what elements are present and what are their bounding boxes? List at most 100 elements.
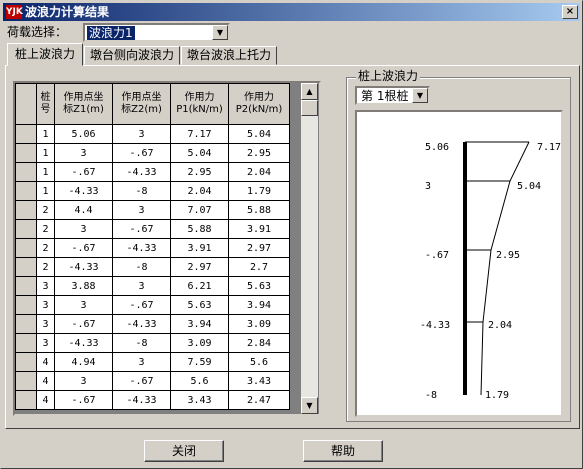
pile-no-cell[interactable]: 1 bbox=[36, 162, 55, 182]
p2-cell[interactable]: 2.04 bbox=[228, 162, 290, 182]
p2-cell[interactable]: 3.09 bbox=[228, 314, 290, 334]
z1-cell[interactable]: 3 bbox=[54, 295, 113, 315]
row-header-cell[interactable] bbox=[15, 143, 37, 163]
tab-pier-lateral-wave-force[interactable]: 墩台侧向波浪力 bbox=[84, 46, 180, 65]
close-window-button[interactable]: × bbox=[562, 5, 578, 19]
z2-cell[interactable]: -8 bbox=[112, 257, 171, 277]
header-z1[interactable]: 作用点坐 标Z1(m) bbox=[54, 83, 113, 125]
p1-cell[interactable]: 7.59 bbox=[170, 352, 229, 372]
p1-cell[interactable]: 5.63 bbox=[170, 295, 229, 315]
row-header-cell[interactable] bbox=[15, 314, 37, 334]
table-row[interactable]: 4 4.94 3 7.59 5.6 bbox=[15, 352, 290, 372]
table-row[interactable]: 1 3 -.67 5.04 2.95 bbox=[15, 143, 290, 163]
pile-no-cell[interactable]: 3 bbox=[36, 314, 55, 334]
table-row[interactable]: 3 3 -.67 5.63 3.94 bbox=[15, 295, 290, 315]
p2-cell[interactable]: 5.6 bbox=[228, 352, 290, 372]
z1-cell[interactable]: -.67 bbox=[54, 390, 113, 410]
pile-no-cell[interactable]: 4 bbox=[36, 352, 55, 372]
z1-cell[interactable]: -4.33 bbox=[54, 333, 113, 353]
close-button[interactable]: 关闭 bbox=[144, 440, 224, 462]
z1-cell[interactable]: 4.94 bbox=[54, 352, 113, 372]
z2-cell[interactable]: -4.33 bbox=[112, 390, 171, 410]
results-table[interactable]: 桩号 作用点坐 标Z1(m) 作用点坐 标Z2(m) 作用力 P1(kN/m) 作用力… bbox=[13, 81, 321, 416]
z2-cell[interactable]: -.67 bbox=[112, 295, 171, 315]
row-header-cell[interactable] bbox=[15, 238, 37, 258]
p2-cell[interactable]: 3.91 bbox=[228, 219, 290, 239]
p2-cell[interactable]: 2.97 bbox=[228, 238, 290, 258]
pile-no-cell[interactable]: 2 bbox=[36, 238, 55, 258]
table-row[interactable]: 1 -.67 -4.33 2.95 2.04 bbox=[15, 162, 290, 182]
p2-cell[interactable]: 5.63 bbox=[228, 276, 290, 296]
p1-cell[interactable]: 2.97 bbox=[170, 257, 229, 277]
table-row[interactable]: 3 -.67 -4.33 3.94 3.09 bbox=[15, 314, 290, 334]
pile-no-cell[interactable]: 3 bbox=[36, 276, 55, 296]
z1-cell[interactable]: -.67 bbox=[54, 314, 113, 334]
table-row[interactable]: 3 -4.33 -8 3.09 2.84 bbox=[15, 333, 290, 353]
pile-select-dropdown[interactable]: 第 1根桩 ▼ bbox=[355, 86, 430, 105]
z2-cell[interactable]: 3 bbox=[112, 124, 171, 144]
tab-pier-uplift-wave-force[interactable]: 墩台波浪上托力 bbox=[181, 46, 277, 65]
z2-cell[interactable]: -.67 bbox=[112, 219, 171, 239]
pile-no-cell[interactable]: 1 bbox=[36, 143, 55, 163]
chevron-down-icon[interactable]: ▼ bbox=[212, 25, 228, 40]
p2-cell[interactable]: 5.04 bbox=[228, 124, 290, 144]
p1-cell[interactable]: 6.21 bbox=[170, 276, 229, 296]
row-header-cell[interactable] bbox=[15, 257, 37, 277]
z1-cell[interactable]: 4.4 bbox=[54, 200, 113, 220]
table-row[interactable]: 4 -.67 -4.33 3.43 2.47 bbox=[15, 390, 290, 410]
table-row[interactable]: 3 3.88 3 6.21 5.63 bbox=[15, 276, 290, 296]
pile-no-cell[interactable]: 1 bbox=[36, 181, 55, 201]
row-header-cell[interactable] bbox=[15, 333, 37, 353]
pile-no-cell[interactable]: 2 bbox=[36, 219, 55, 239]
header-z2[interactable]: 作用点坐 标Z2(m) bbox=[112, 83, 171, 125]
p1-cell[interactable]: 5.04 bbox=[170, 143, 229, 163]
table-row[interactable]: 1 5.06 3 7.17 5.04 bbox=[15, 124, 290, 144]
p2-cell[interactable]: 2.95 bbox=[228, 143, 290, 163]
z2-cell[interactable]: -8 bbox=[112, 333, 171, 353]
p2-cell[interactable]: 3.94 bbox=[228, 295, 290, 315]
scroll-thumb[interactable] bbox=[301, 100, 318, 116]
row-header-cell[interactable] bbox=[15, 276, 37, 296]
row-header-cell[interactable] bbox=[15, 352, 37, 372]
pile-no-cell[interactable]: 2 bbox=[36, 257, 55, 277]
p1-cell[interactable]: 2.04 bbox=[170, 181, 229, 201]
p2-cell[interactable]: 5.88 bbox=[228, 200, 290, 220]
z1-cell[interactable]: 5.06 bbox=[54, 124, 113, 144]
p1-cell[interactable]: 7.17 bbox=[170, 124, 229, 144]
z1-cell[interactable]: -.67 bbox=[54, 238, 113, 258]
z2-cell[interactable]: -8 bbox=[112, 181, 171, 201]
table-row[interactable]: 2 3 -.67 5.88 3.91 bbox=[15, 219, 290, 239]
header-p2[interactable]: 作用力 P2(kN/m) bbox=[228, 83, 290, 125]
pile-no-cell[interactable]: 4 bbox=[36, 371, 55, 391]
header-p1[interactable]: 作用力 P1(kN/m) bbox=[170, 83, 229, 125]
p1-cell[interactable]: 3.43 bbox=[170, 390, 229, 410]
scroll-up-icon[interactable]: ▲ bbox=[301, 83, 318, 100]
p2-cell[interactable]: 2.84 bbox=[228, 333, 290, 353]
scroll-down-icon[interactable]: ▼ bbox=[301, 397, 318, 414]
z2-cell[interactable]: 3 bbox=[112, 276, 171, 296]
pile-no-cell[interactable]: 4 bbox=[36, 390, 55, 410]
p2-cell[interactable]: 1.79 bbox=[228, 181, 290, 201]
p2-cell[interactable]: 2.7 bbox=[228, 257, 290, 277]
table-row[interactable]: 4 3 -.67 5.6 3.43 bbox=[15, 371, 290, 391]
p1-cell[interactable]: 3.91 bbox=[170, 238, 229, 258]
p1-cell[interactable]: 5.88 bbox=[170, 219, 229, 239]
tab-pile-wave-force[interactable]: 桩上波浪力 bbox=[7, 43, 83, 66]
row-header-cell[interactable] bbox=[15, 219, 37, 239]
p1-cell[interactable]: 5.6 bbox=[170, 371, 229, 391]
z1-cell[interactable]: -4.33 bbox=[54, 257, 113, 277]
row-header-cell[interactable] bbox=[15, 371, 37, 391]
p2-cell[interactable]: 2.47 bbox=[228, 390, 290, 410]
z1-cell[interactable]: 3 bbox=[54, 143, 113, 163]
table-row[interactable]: 2 4.4 3 7.07 5.88 bbox=[15, 200, 290, 220]
table-row[interactable]: 1 -4.33 -8 2.04 1.79 bbox=[15, 181, 290, 201]
z2-cell[interactable]: -4.33 bbox=[112, 314, 171, 334]
row-header-cell[interactable] bbox=[15, 200, 37, 220]
p1-cell[interactable]: 2.95 bbox=[170, 162, 229, 182]
load-select-dropdown[interactable]: 波浪力1 ▼ bbox=[83, 23, 230, 42]
title-bar[interactable]: YJK 波浪力计算结果 × bbox=[3, 3, 580, 21]
pile-no-cell[interactable]: 1 bbox=[36, 124, 55, 144]
z1-cell[interactable]: 3.88 bbox=[54, 276, 113, 296]
z2-cell[interactable]: 3 bbox=[112, 200, 171, 220]
z2-cell[interactable]: -4.33 bbox=[112, 162, 171, 182]
